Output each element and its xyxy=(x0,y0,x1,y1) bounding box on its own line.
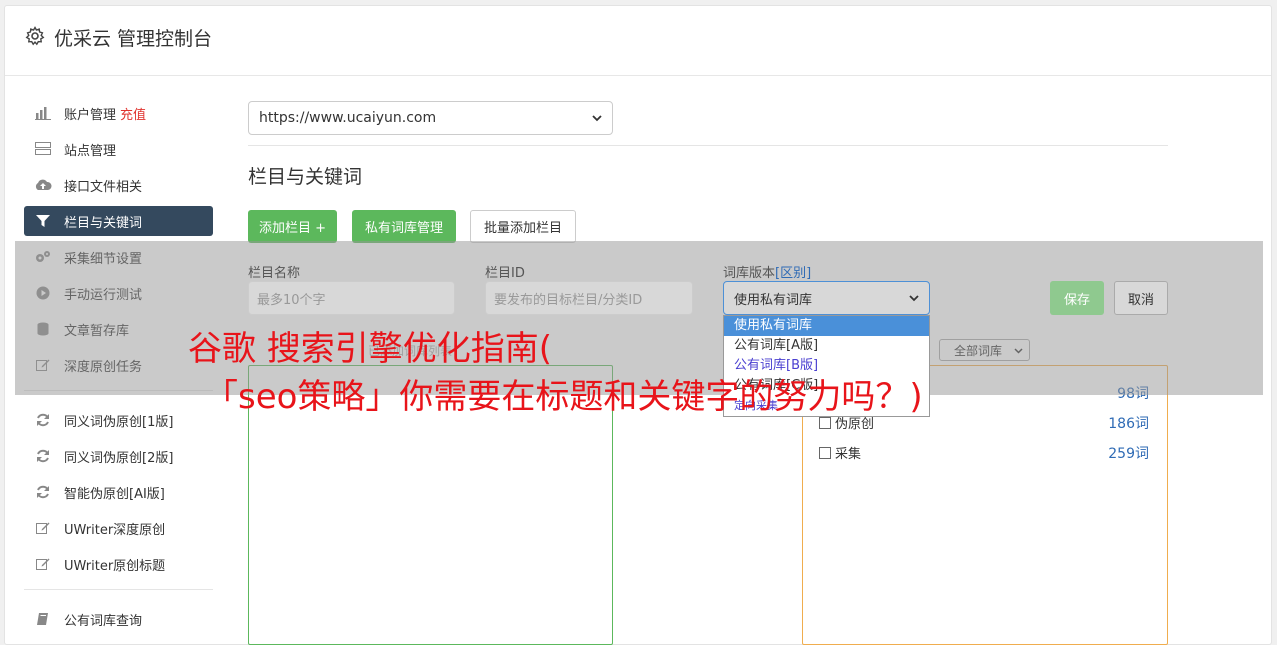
server-icon xyxy=(34,140,52,158)
lib-version-value: 使用私有词库 xyxy=(734,292,813,308)
keyword-count: 259词 xyxy=(1108,446,1149,462)
gear-icon xyxy=(25,26,45,46)
keyword-lib-item[interactable]: 采集 xyxy=(819,443,861,462)
sidebar-item-label: 同义词伪原创[2版] xyxy=(64,450,174,466)
title-line-1: 谷歌 搜索引擎优化指南( xyxy=(188,329,553,369)
app-header: 优采云 管理控制台 xyxy=(5,6,1271,76)
bar-chart-icon xyxy=(34,104,52,122)
refresh-icon xyxy=(34,483,52,501)
cloud-upload-icon xyxy=(34,176,52,194)
chevron-down-icon xyxy=(909,291,919,306)
lib-version-label-text: 词库版本 xyxy=(723,266,776,281)
sidebar-item-uwriter-deep[interactable]: UWriter深度原创 xyxy=(24,513,213,543)
save-button[interactable]: 保存 xyxy=(1050,281,1104,315)
sidebar-item-sites[interactable]: 站点管理 xyxy=(24,134,213,164)
book-icon xyxy=(34,610,52,628)
sidebar-item-public-lib[interactable]: 公有词库查询 xyxy=(24,604,213,634)
sidebar-item-columns[interactable]: 栏目与关键词 xyxy=(24,206,213,236)
page-title: 优采云 管理控制台 xyxy=(54,28,213,50)
filter-icon xyxy=(34,212,52,230)
lib-version-label: 词库版本[区别] xyxy=(723,262,811,281)
private-lib-button[interactable]: 私有词库管理 xyxy=(352,210,456,243)
title-line-2: 「seo策略」你需要在标题和关键字的努力吗？) xyxy=(204,377,923,417)
keyword-checkbox[interactable] xyxy=(819,446,831,459)
site-select-value: https://www.ucaiyun.com xyxy=(259,110,437,126)
column-id-placeholder: 要发布的目标栏目/分类ID xyxy=(494,292,643,308)
column-name-placeholder: 最多10个字 xyxy=(257,292,326,308)
sidebar-item-account[interactable]: 账户管理 充值 xyxy=(24,98,213,128)
sidebar-item-uwriter-title[interactable]: UWriter原创标题 xyxy=(24,549,213,579)
batch-add-button[interactable]: 批量添加栏目 xyxy=(470,210,576,243)
sidebar-item-label: 智能伪原创[AI版] xyxy=(64,486,165,502)
sidebar-item-label: 公有词库查询 xyxy=(64,613,143,629)
sidebar-item-label: UWriter原创标题 xyxy=(64,558,166,574)
sidebar-item-label: 接口文件相关 xyxy=(64,179,143,195)
cancel-button[interactable]: 取消 xyxy=(1114,281,1168,315)
lib-version-select[interactable]: 使用私有词库 xyxy=(723,281,930,315)
sidebar-item-synonym-2[interactable]: 同义词伪原创[2版] xyxy=(24,441,213,471)
site-select[interactable]: https://www.ucaiyun.com xyxy=(248,101,613,135)
edit-icon xyxy=(34,555,52,573)
keyword-name: 采集 xyxy=(835,447,862,462)
sidebar-item-label: UWriter深度原创 xyxy=(64,522,166,538)
edit-icon xyxy=(34,519,52,537)
chevron-down-icon xyxy=(592,110,602,126)
column-id-input[interactable]: 要发布的目标栏目/分类ID xyxy=(485,281,693,315)
column-id-label: 栏目ID xyxy=(485,266,525,281)
article-title-overlay: 谷歌 搜索引擎优化指南( 「seo策略」你需要在标题和关键字的努力吗？) xyxy=(188,325,1188,421)
lib-version-diff-link[interactable]: [区别] xyxy=(775,266,811,281)
content-divider xyxy=(248,145,1168,146)
sidebar-item-label: 栏目与关键词 xyxy=(64,215,143,231)
recharge-link[interactable]: 充值 xyxy=(120,104,146,123)
sidebar-divider xyxy=(24,589,213,590)
sidebar-item-label: 账户管理 xyxy=(64,107,117,123)
sidebar-item-ai-rewrite[interactable]: 智能伪原创[AI版] xyxy=(24,477,213,507)
column-name-label: 栏目名称 xyxy=(248,266,301,281)
refresh-icon xyxy=(34,447,52,465)
sidebar-item-label: 同义词伪原创[1版] xyxy=(64,414,174,430)
refresh-icon xyxy=(34,411,52,429)
sidebar-item-interface[interactable]: 接口文件相关 xyxy=(24,170,213,200)
sidebar-item-synonym-1[interactable]: 同义词伪原创[1版] xyxy=(24,405,213,435)
section-title: 栏目与关键词 xyxy=(248,166,363,188)
sidebar-item-label: 站点管理 xyxy=(64,143,117,159)
column-name-input[interactable]: 最多10个字 xyxy=(248,281,455,315)
add-column-button[interactable]: 添加栏目 + xyxy=(248,210,337,243)
